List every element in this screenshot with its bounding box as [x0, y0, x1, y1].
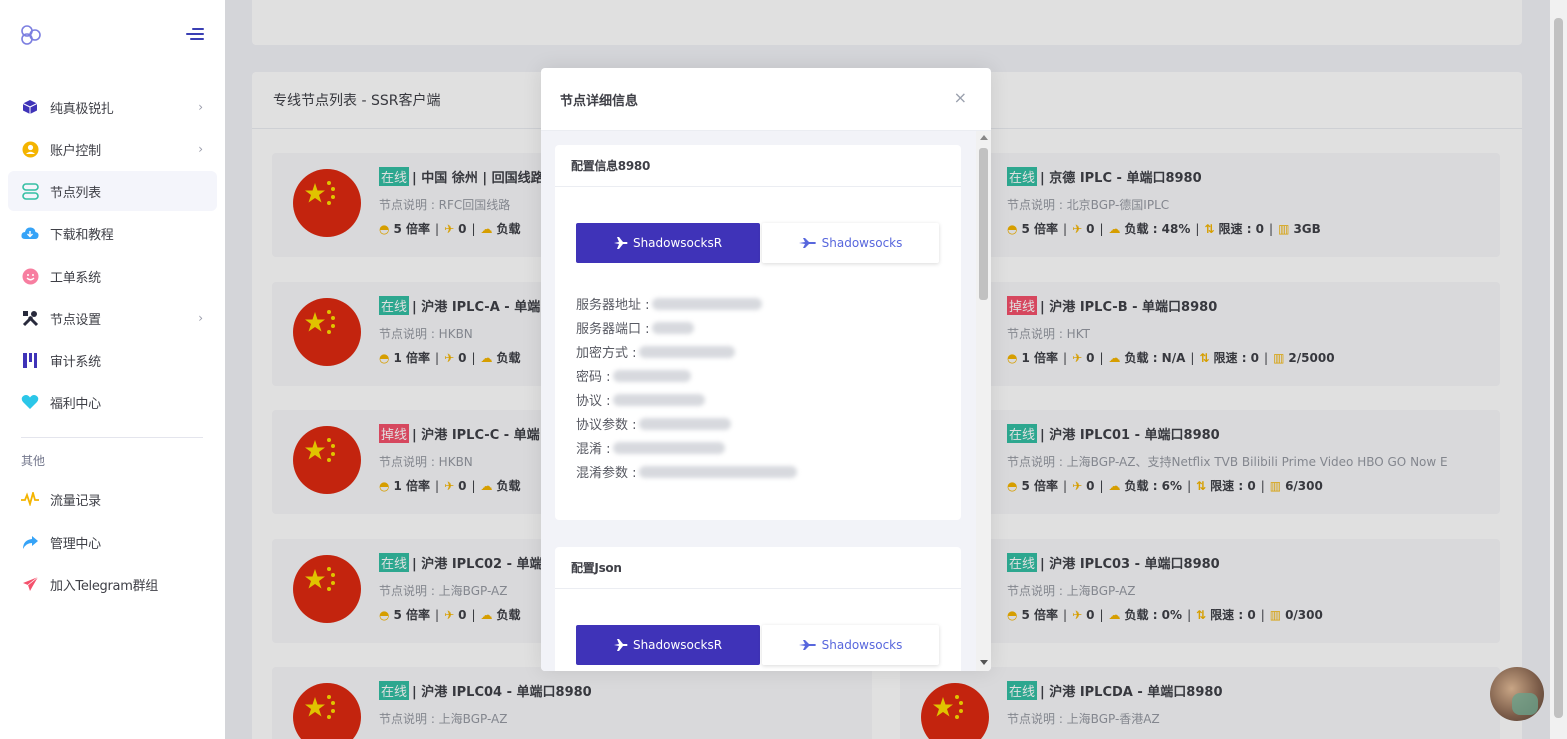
scroll-up-icon[interactable] [980, 135, 988, 140]
json-card-title: 配置Json [555, 547, 961, 589]
cloud-download-icon [20, 223, 40, 243]
audit-icon [20, 350, 40, 370]
sidebar-item-1[interactable]: 账户控制 › [8, 129, 217, 169]
sidebar-item-5[interactable]: 节点设置 › [8, 298, 217, 338]
sidebar-item-3[interactable]: 下载和教程 [8, 213, 217, 253]
redacted-value [651, 297, 762, 310]
redacted-value [612, 441, 725, 454]
sidebar-item-label: 工单系统 [50, 270, 101, 286]
redacted-value [612, 369, 691, 382]
protocol-row: 协议 : [576, 390, 705, 409]
encryption-row: 加密方式 : [576, 342, 735, 361]
redacted-value [638, 345, 735, 358]
shadowsocksr-button[interactable]: ShadowsocksR [576, 223, 760, 263]
password-row: 密码 : [576, 366, 691, 385]
airplane-icon [798, 238, 816, 248]
field-label: 混淆 : [576, 442, 611, 457]
shadowsocks-json-button[interactable]: Shadowsocks [762, 625, 939, 665]
shadowsocksr-label: ShadowsocksR [632, 638, 723, 652]
field-label: 协议 : [576, 394, 611, 409]
sidebar-divider [21, 437, 203, 438]
heart-icon [20, 392, 40, 412]
sidebar-item-6[interactable]: 审计系统 [8, 340, 217, 380]
nodes-icon [20, 181, 40, 201]
airplane-icon [613, 237, 628, 249]
json-client-tabs: ShadowsocksR Shadowsocks [576, 625, 939, 665]
sidebar-section-label: 其他 [21, 454, 46, 468]
sidebar-item-7[interactable]: 福利中心 [8, 382, 217, 422]
field-label: 混淆参数 : [576, 466, 637, 481]
page-scrollbar[interactable] [1550, 0, 1567, 739]
sidebar-item-0[interactable]: 纯真极锐扎 › [8, 87, 217, 127]
client-tabs: ShadowsocksR Shadowsocks [576, 223, 939, 263]
sidebar-item-10[interactable]: 加入Telegram群组 [8, 564, 217, 604]
shadowsocksr-label: ShadowsocksR [632, 236, 723, 250]
scroll-down-icon[interactable] [980, 660, 988, 665]
shadowsocks-button[interactable]: Shadowsocks [762, 223, 939, 263]
sidebar-item-label: 纯真极锐扎 [50, 101, 114, 117]
sidebar-item-label: 管理中心 [50, 536, 101, 552]
scroll-thumb[interactable] [979, 148, 988, 300]
modal-scrollbar[interactable] [976, 131, 991, 671]
shadowsocksr-json-button[interactable]: ShadowsocksR [576, 625, 760, 665]
field-label: 加密方式 : [576, 346, 637, 361]
redacted-value [651, 321, 694, 334]
node-detail-modal: 节点详细信息 × 配置信息8980 ShadowsocksR Shadowsoc… [541, 68, 991, 671]
server-address-row: 服务器地址 : [576, 294, 762, 313]
shadowsocks-label: Shadowsocks [821, 638, 903, 652]
sidebar-item-8[interactable]: 流量记录 [8, 479, 217, 519]
sidebar-item-label: 节点设置 [50, 312, 101, 328]
menu-toggle-icon[interactable] [186, 28, 204, 42]
tools-icon [20, 308, 40, 328]
server-port-row: 服务器端口 : [576, 318, 694, 337]
field-label: 服务器地址 : [576, 298, 650, 313]
airplane-icon [798, 640, 816, 650]
obfs-param-row: 混淆参数 : [576, 462, 797, 481]
sidebar-item-label: 审计系统 [50, 354, 101, 370]
paper-plane-icon [20, 574, 40, 594]
chat-avatar[interactable] [1490, 667, 1544, 721]
config-card-title: 配置信息8980 [555, 145, 961, 187]
redacted-value [612, 393, 705, 406]
modal-title: 节点详细信息 [560, 93, 639, 109]
sidebar-item-label: 节点列表 [50, 185, 101, 201]
chevron-right-icon: › [198, 142, 203, 156]
sidebar-item-4[interactable]: 工单系统 [8, 256, 217, 296]
sidebar-item-label: 下载和教程 [50, 227, 114, 243]
share-icon [20, 532, 40, 552]
logo-icon[interactable] [20, 24, 42, 46]
json-card: 配置Json ShadowsocksR Shadowsocks [555, 547, 961, 671]
protocol-param-row: 协议参数 : [576, 414, 731, 433]
airplane-icon [613, 639, 628, 651]
sidebar-item-9[interactable]: 管理中心 [8, 522, 217, 562]
chevron-right-icon: › [198, 100, 203, 114]
field-label: 密码 : [576, 370, 611, 385]
shadowsocks-label: Shadowsocks [821, 236, 903, 250]
sidebar-item-label: 账户控制 [50, 143, 101, 159]
redacted-value [638, 465, 797, 478]
config-card: 配置信息8980 ShadowsocksR Shadowsocks 服务器地址 … [555, 145, 961, 520]
field-label: 协议参数 : [576, 418, 637, 433]
field-label: 服务器端口 : [576, 322, 650, 337]
sidebar-item-label: 福利中心 [50, 396, 101, 412]
sidebar: 纯真极锐扎 › 账户控制 › 节点列表 下载和教程 工单系统 节点设置 › 审计… [0, 0, 225, 739]
modal-header: 节点详细信息 [541, 68, 991, 131]
chevron-right-icon: › [198, 311, 203, 325]
pulse-icon [20, 489, 40, 509]
user-icon [20, 139, 40, 159]
modal-body: 配置信息8980 ShadowsocksR Shadowsocks 服务器地址 … [541, 131, 991, 671]
obfs-row: 混淆 : [576, 438, 725, 457]
cube-icon [20, 97, 40, 117]
sidebar-item-label: 加入Telegram群组 [50, 578, 158, 594]
redacted-value [638, 417, 731, 430]
smile-icon [20, 266, 40, 286]
close-icon[interactable]: × [954, 88, 967, 107]
sidebar-item-2[interactable]: 节点列表 [8, 171, 217, 211]
sidebar-item-label: 流量记录 [50, 493, 101, 509]
